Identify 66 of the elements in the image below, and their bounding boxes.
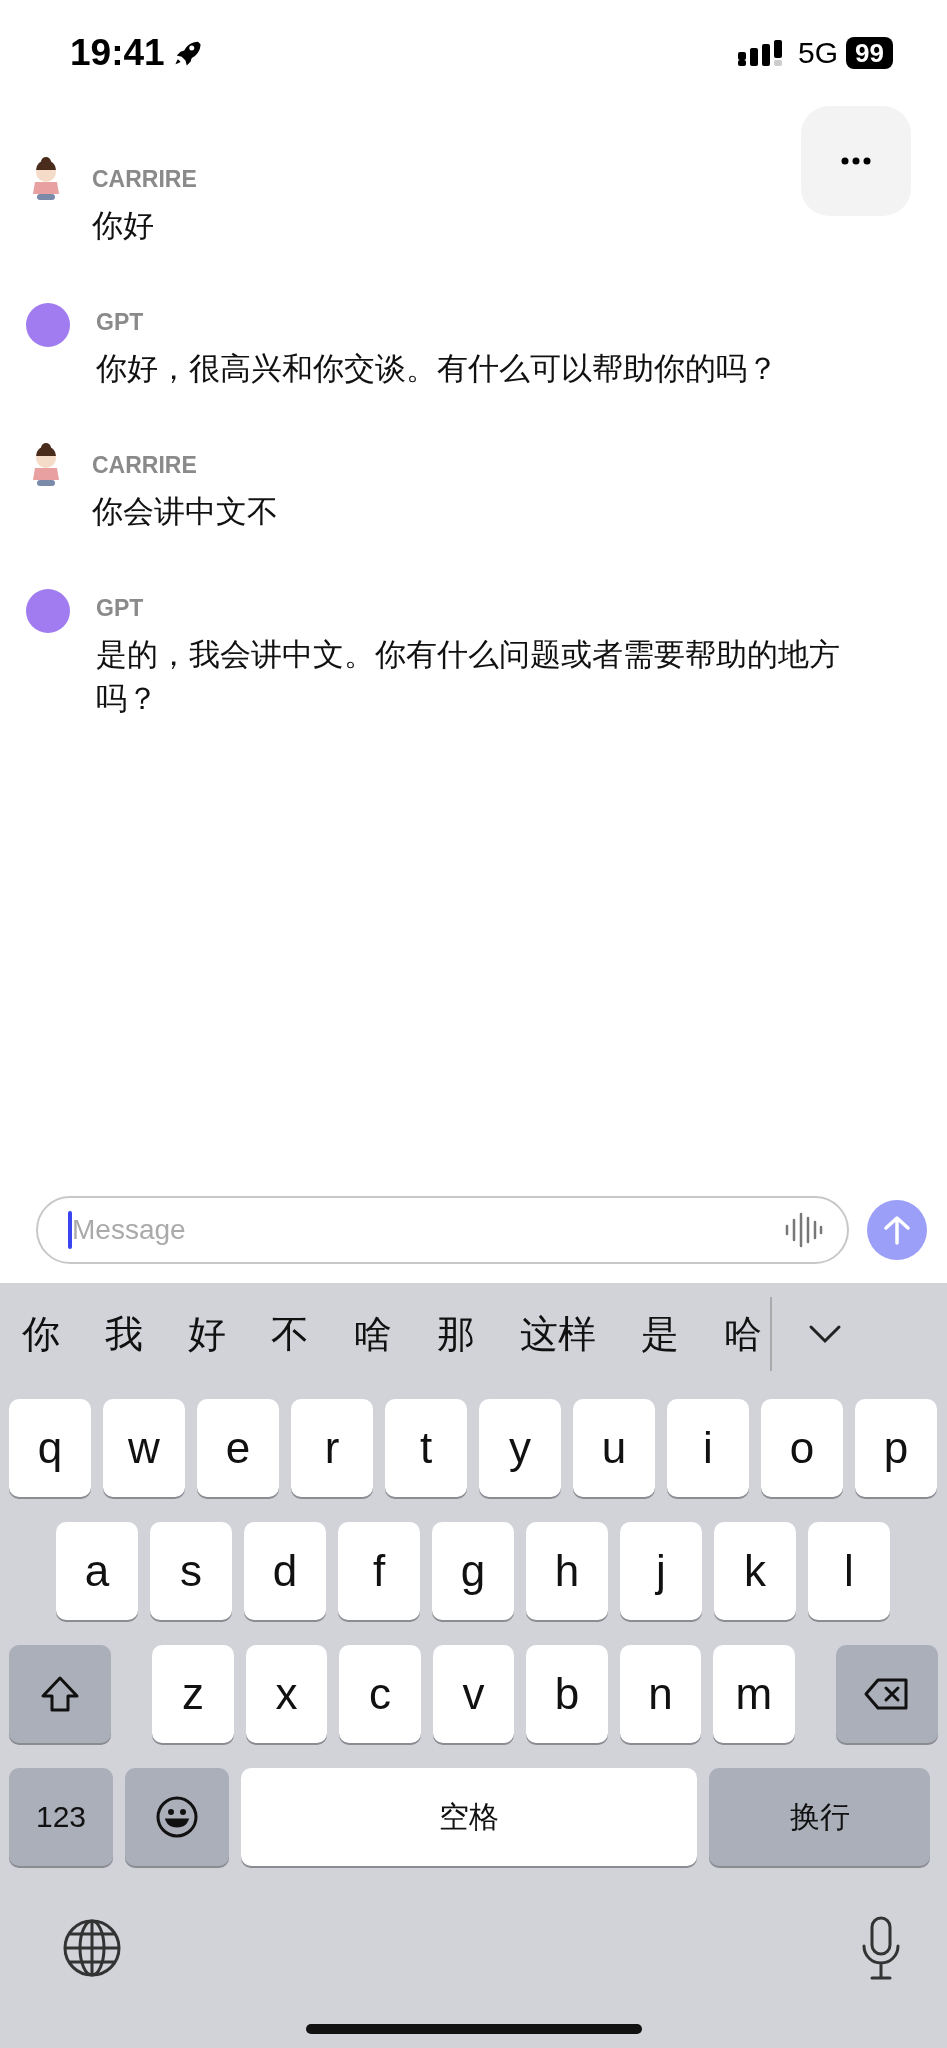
candidate-word[interactable]: 这样 — [520, 1308, 596, 1360]
key[interactable]: o — [761, 1399, 843, 1497]
candidate-word[interactable]: 哈 — [724, 1308, 762, 1360]
key[interactable]: y — [479, 1399, 561, 1497]
avatar-icon — [26, 303, 70, 347]
key[interactable]: t — [385, 1399, 467, 1497]
key[interactable]: f — [338, 1522, 420, 1620]
message-text: 你好，很高兴和你交谈。有什么可以帮助你的吗？ — [96, 349, 778, 388]
key[interactable]: a — [56, 1522, 138, 1620]
space-key[interactable]: 空格 — [241, 1768, 697, 1866]
battery-level: 99 — [846, 37, 893, 69]
microphone-icon[interactable] — [861, 1916, 901, 1980]
status-time: 19:41 — [70, 32, 165, 74]
key[interactable]: w — [103, 1399, 185, 1497]
more-icon — [841, 157, 871, 165]
candidate-word[interactable]: 啥 — [354, 1308, 392, 1360]
message-text: 你好 — [92, 206, 155, 245]
candidate-word[interactable]: 不 — [271, 1308, 309, 1360]
key[interactable]: d — [244, 1522, 326, 1620]
chevron-down-icon[interactable] — [808, 1324, 842, 1344]
candidate-word[interactable]: 我 — [105, 1308, 143, 1360]
key[interactable]: l — [808, 1522, 890, 1620]
key[interactable]: e — [197, 1399, 279, 1497]
shift-icon — [40, 1675, 81, 1713]
key[interactable]: z — [152, 1645, 234, 1743]
delete-key[interactable] — [835, 1645, 938, 1743]
key[interactable]: b — [526, 1645, 608, 1743]
message-text: 是的，我会讲中文。你有什么问题或者需要帮助的地方吗？ — [96, 635, 841, 718]
sender-name: CARRIRE — [92, 166, 197, 193]
key[interactable]: p — [855, 1399, 937, 1497]
key[interactable]: r — [291, 1399, 373, 1497]
delete-icon — [863, 1677, 910, 1711]
sender-name: CARRIRE — [92, 452, 198, 479]
key[interactable]: q — [9, 1399, 91, 1497]
candidate-word[interactable]: 是 — [641, 1308, 679, 1360]
numbers-key[interactable]: 123 — [9, 1768, 113, 1866]
key[interactable]: h — [526, 1522, 608, 1620]
message-field[interactable]: Message — [36, 1196, 849, 1264]
arrow-up-icon — [883, 1215, 911, 1245]
return-key[interactable]: 换行 — [709, 1768, 930, 1866]
globe-icon[interactable] — [62, 1918, 122, 1978]
waveform-icon[interactable] — [783, 1210, 823, 1250]
candidate-word[interactable]: 那 — [437, 1308, 475, 1360]
shift-key[interactable] — [9, 1645, 112, 1743]
signal-icon — [738, 40, 785, 66]
avatar-icon — [26, 589, 70, 633]
key[interactable]: s — [150, 1522, 232, 1620]
key[interactable]: v — [432, 1645, 515, 1743]
key[interactable]: m — [713, 1645, 795, 1743]
key[interactable]: u — [573, 1399, 655, 1497]
candidate-word[interactable]: 好 — [188, 1308, 226, 1360]
smiley-icon — [155, 1795, 199, 1839]
message-text: 你会讲中文不 — [92, 492, 278, 531]
candidate-word[interactable]: 你 — [22, 1308, 60, 1360]
sender-name: GPT — [96, 595, 145, 622]
key[interactable]: x — [245, 1645, 328, 1743]
message-input[interactable]: Message — [72, 1214, 783, 1246]
key[interactable]: k — [714, 1522, 796, 1620]
sender-name: GPT — [96, 309, 145, 336]
network-label: 5G — [798, 36, 839, 70]
key[interactable]: j — [620, 1522, 702, 1620]
key[interactable]: g — [432, 1522, 514, 1620]
emoji-key[interactable] — [125, 1768, 229, 1866]
key[interactable]: c — [339, 1645, 421, 1743]
key[interactable]: i — [667, 1399, 749, 1497]
key[interactable]: n — [619, 1645, 702, 1743]
